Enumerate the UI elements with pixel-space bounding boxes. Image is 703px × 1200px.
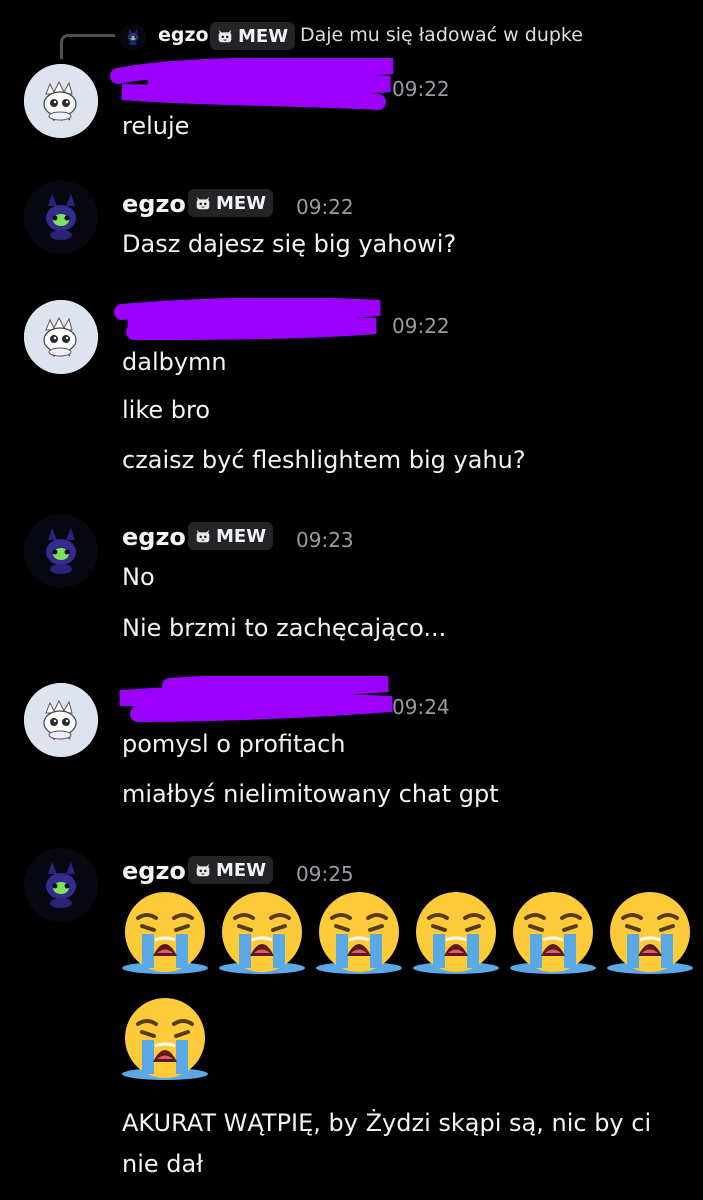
username[interactable]: egzo (122, 190, 186, 218)
message-text: like bro (122, 396, 211, 424)
message-text: dalbymn (122, 348, 227, 376)
loudly-crying-face-icon[interactable] (314, 888, 404, 978)
timestamp: 09:22 (392, 314, 450, 338)
redacted-username (114, 298, 381, 340)
avatar[interactable] (24, 64, 98, 138)
loudly-crying-face-icon[interactable] (120, 888, 210, 978)
reply-tag[interactable]: MEW (210, 22, 296, 50)
message-text: nie dał (122, 1150, 204, 1178)
emoji-row (120, 888, 695, 978)
timestamp: 09:25 (296, 862, 354, 886)
username[interactable]: egzo (122, 523, 186, 551)
avatar[interactable] (24, 514, 98, 588)
avatar[interactable] (24, 683, 98, 757)
avatar[interactable] (24, 300, 98, 374)
loudly-crying-face-icon[interactable] (508, 888, 598, 978)
timestamp: 09:22 (392, 77, 450, 101)
user-tag[interactable]: MEW (188, 189, 274, 217)
avatar[interactable] (24, 180, 98, 254)
cat-icon (194, 194, 212, 212)
cat-icon (216, 27, 234, 45)
message-text: czaisz być fleshlightem big yahu? (122, 446, 526, 474)
timestamp: 09:24 (392, 695, 450, 719)
message-text: Nie brzmi to zachęcająco... (122, 614, 447, 642)
loudly-crying-face-icon[interactable] (411, 888, 501, 978)
emoji-row (120, 994, 210, 1084)
reply-author[interactable]: egzo (158, 24, 209, 46)
message-text: pomysl o profitach (122, 730, 346, 758)
user-tag[interactable]: MEW (188, 522, 274, 550)
reply-avatar[interactable] (120, 24, 146, 50)
message-text: No (122, 563, 155, 591)
message-text: reluje (122, 112, 190, 140)
message-text: miałbyś nielimitowany chat gpt (122, 780, 499, 808)
username[interactable]: egzo (122, 857, 186, 885)
message-text: AKURAT WĄTPIĘ, by Żydzi skąpi są, nic by… (122, 1109, 652, 1137)
cat-icon (194, 861, 212, 879)
user-tag[interactable]: MEW (188, 856, 274, 884)
message-text: Dasz dajesz się big yahowi? (122, 230, 457, 258)
redacted-username (119, 676, 393, 722)
timestamp: 09:23 (296, 528, 354, 552)
reply-connector (60, 34, 115, 59)
loudly-crying-face-icon[interactable] (217, 888, 307, 978)
avatar[interactable] (24, 848, 98, 922)
loudly-crying-face-icon[interactable] (120, 994, 210, 1084)
loudly-crying-face-icon[interactable] (605, 888, 695, 978)
redacted-username (110, 58, 394, 110)
timestamp: 09:22 (296, 195, 354, 219)
reply-text[interactable]: Daje mu się ładować w dupke (300, 24, 583, 46)
cat-icon (194, 527, 212, 545)
